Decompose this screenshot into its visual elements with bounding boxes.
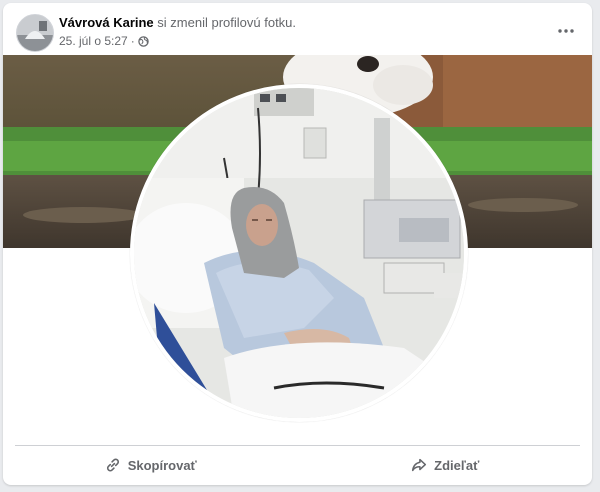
link-icon: [106, 458, 119, 472]
post-actions: Skopírovať Zdieľať: [3, 446, 592, 484]
post-media[interactable]: [3, 55, 592, 445]
profile-photo[interactable]: [130, 84, 468, 422]
share-button[interactable]: Zdieľať: [298, 446, 593, 484]
post-timestamp[interactable]: 25. júl o 5:27: [59, 34, 128, 48]
post-header: Vávrová Karine si zmenil profilovú fotku…: [3, 3, 592, 59]
share-button-label: Zdieľať: [434, 457, 480, 473]
author-name[interactable]: Vávrová Karine: [59, 15, 154, 30]
post-action-text: si zmenil profilovú fotku.: [157, 15, 297, 30]
globe-icon[interactable]: [137, 35, 149, 47]
post-meta: 25. júl o 5:27 ·: [59, 34, 149, 48]
copy-button-label: Skopírovať: [127, 457, 197, 473]
copy-button[interactable]: Skopírovať: [3, 446, 298, 484]
meta-separator: ·: [130, 34, 135, 48]
share-arrow-icon: [412, 458, 427, 472]
more-horizontal-icon: [558, 29, 574, 33]
post-title-line: Vávrová Karine si zmenil profilovú fotku…: [59, 15, 296, 30]
post-card: Vávrová Karine si zmenil profilovú fotku…: [3, 3, 592, 485]
author-avatar[interactable]: [16, 14, 54, 52]
more-options-button[interactable]: [552, 17, 580, 45]
